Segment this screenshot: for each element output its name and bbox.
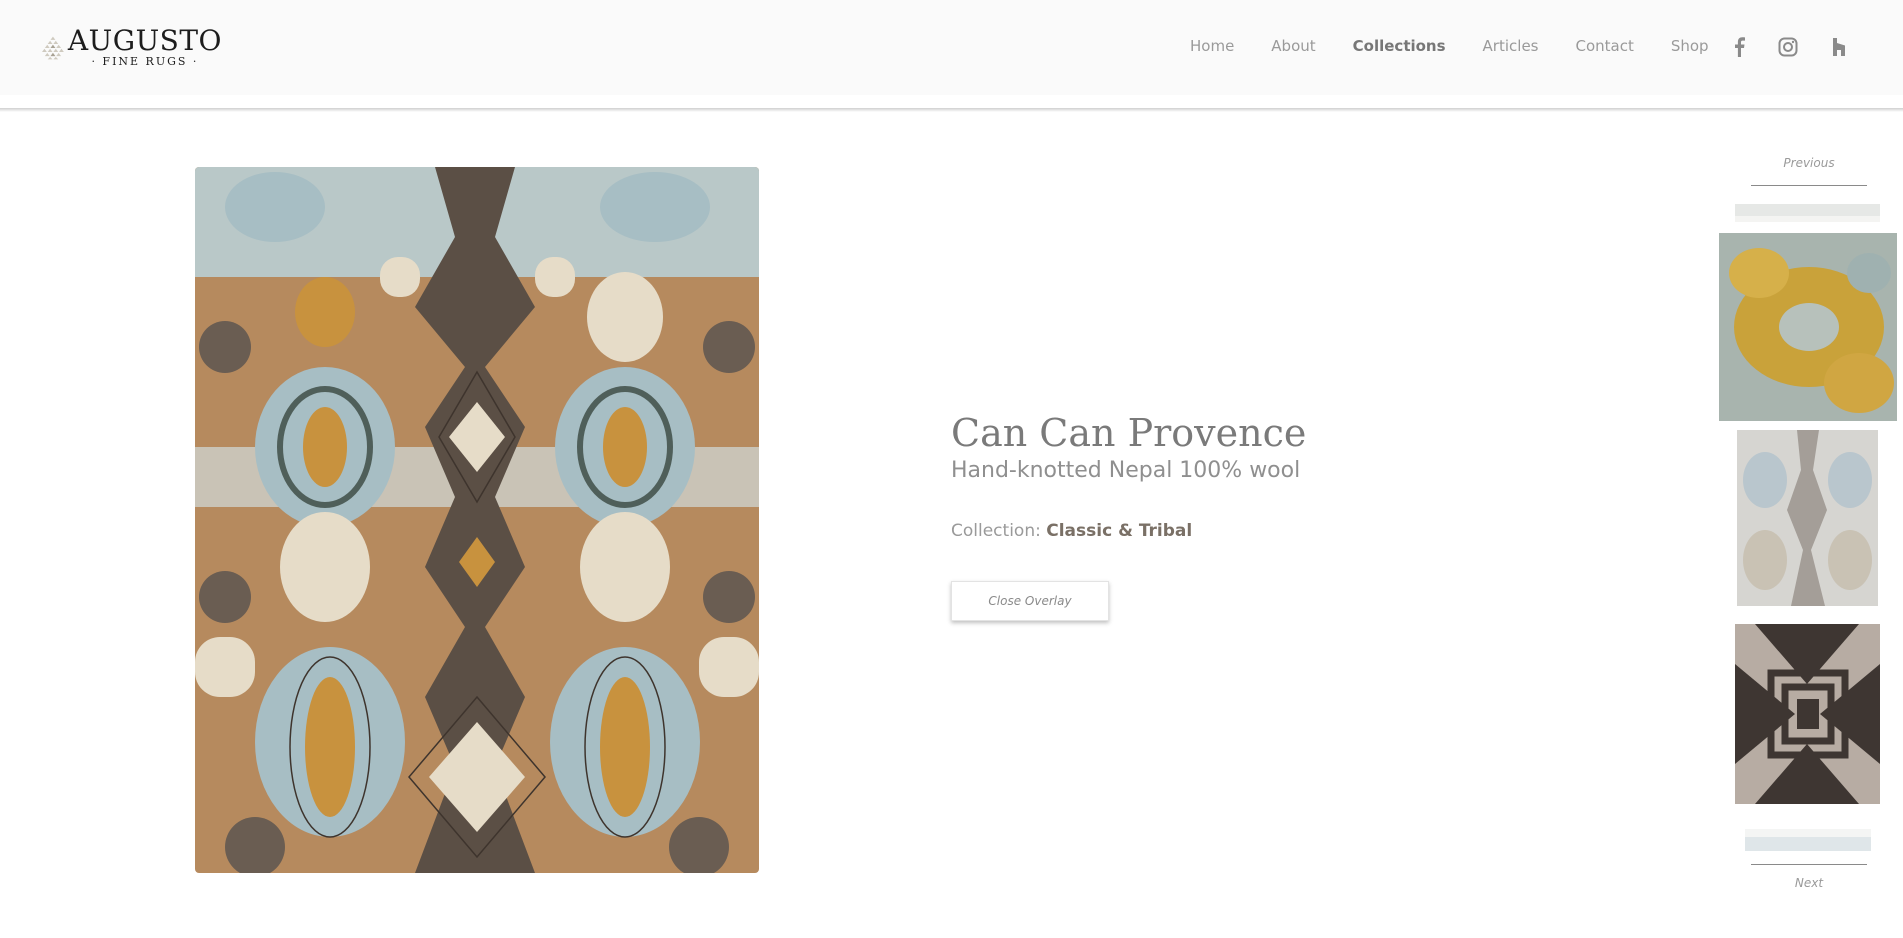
brand-tagline: · FINE RUGS · [91,55,199,68]
thumbnail-rug-2[interactable] [1737,430,1878,606]
thumbnail-rug-1[interactable] [1719,233,1897,421]
nav-home[interactable]: Home [1190,37,1234,55]
brand-name: AUGUSTO [67,24,222,57]
nav-about[interactable]: About [1271,37,1315,55]
previous-divider [1751,185,1867,186]
logo-diamond-icon [42,36,64,60]
product-info: Can Can Provence Hand-knotted Nepal 100%… [951,410,1451,621]
facebook-icon[interactable] [1728,36,1750,58]
thumbnail-partial-top[interactable] [1735,204,1880,222]
nav-contact[interactable]: Contact [1575,37,1633,55]
nav-articles[interactable]: Articles [1483,37,1539,55]
nav-shop[interactable]: Shop [1671,37,1709,55]
product-collection: Collection: Classic & Tribal [951,521,1451,541]
next-button[interactable]: Next [1751,876,1867,890]
rug-main-image [195,167,759,873]
close-overlay-button[interactable]: Close Overlay [951,581,1109,621]
instagram-icon[interactable] [1777,36,1799,58]
main-nav: Home About Collections Articles Contact … [1190,37,1746,55]
houzz-icon[interactable] [1828,36,1850,58]
brand-logo[interactable]: AUGUSTO · FINE RUGS · [42,18,222,78]
header-divider [0,108,1903,112]
collection-link[interactable]: Classic & Tribal [1046,521,1192,541]
product-subtitle: Hand-knotted Nepal 100% wool [951,458,1301,483]
thumbnail-rug-3[interactable] [1735,624,1880,804]
collection-label: Collection: [951,521,1041,541]
thumbnail-strip: Previous Next [1718,145,1903,905]
nav-collections[interactable]: Collections [1353,37,1446,55]
previous-button[interactable]: Previous [1751,156,1867,170]
next-divider [1751,864,1867,865]
thumbnail-partial-bottom[interactable] [1745,829,1871,851]
product-title: Can Can Provence [951,411,1307,455]
site-header: AUGUSTO · FINE RUGS · Home About Collect… [0,0,1903,95]
